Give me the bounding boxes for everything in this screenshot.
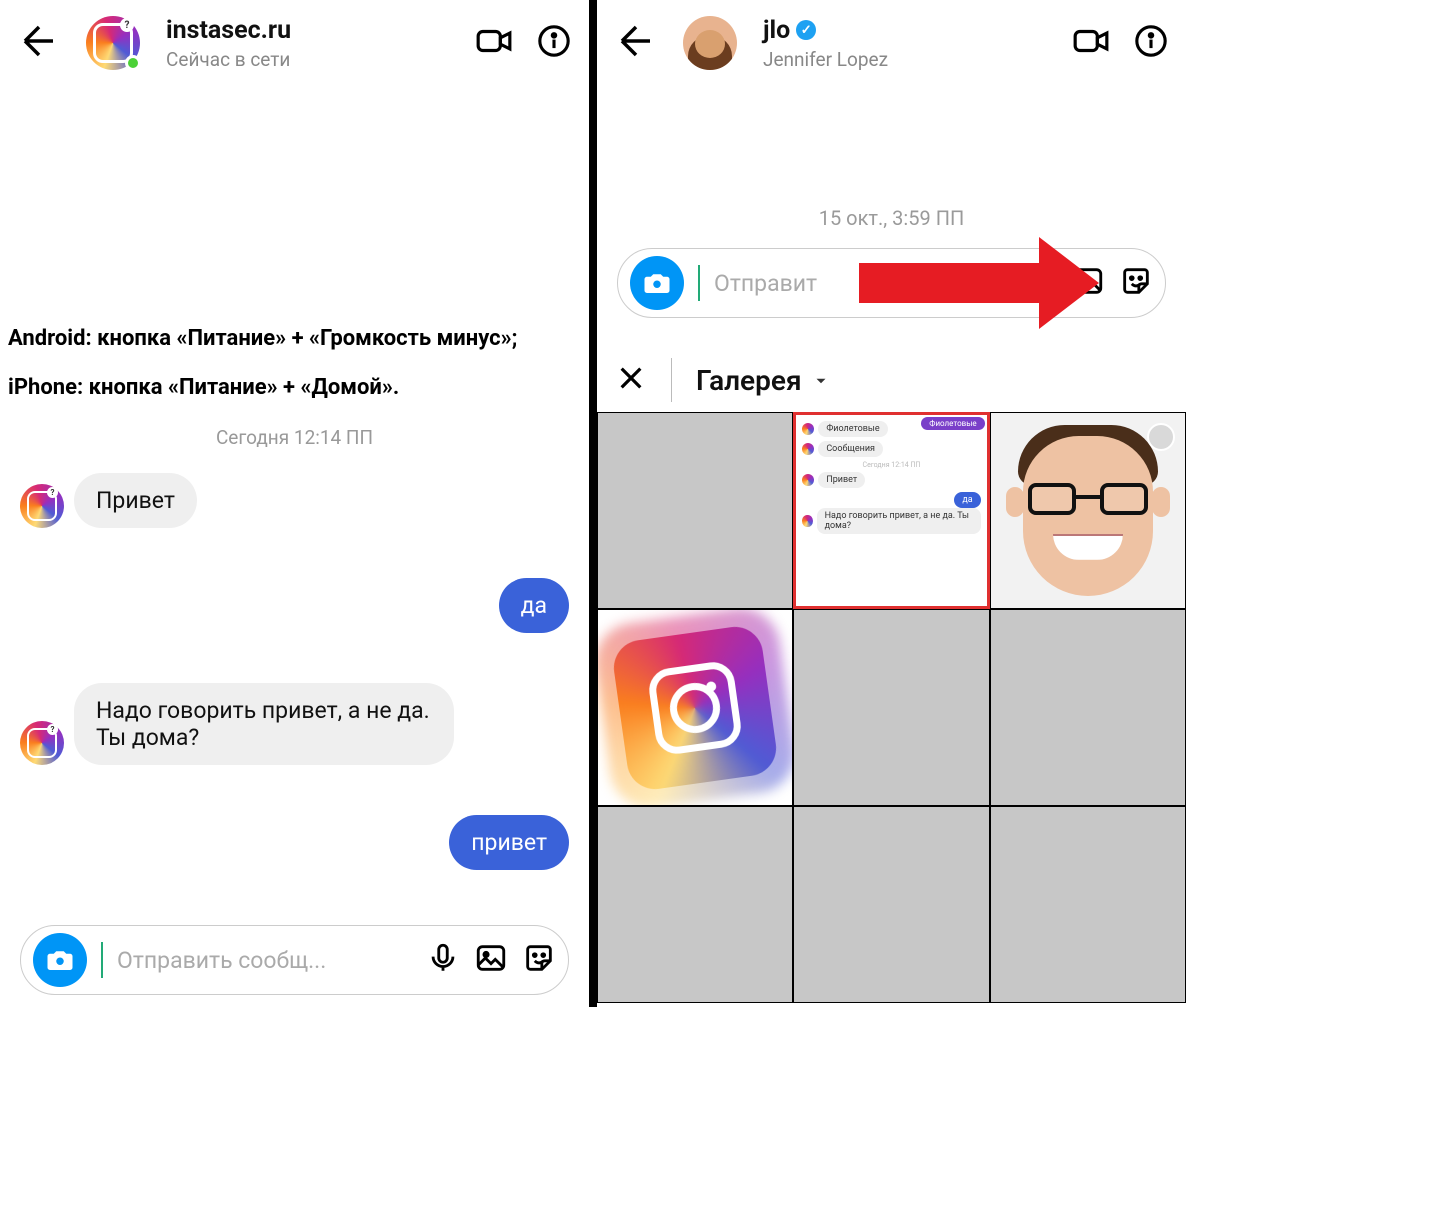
chat-status: Сейчас в сети bbox=[166, 48, 463, 71]
chat-timestamp: Сегодня 12:14 ПП bbox=[0, 426, 589, 449]
message-composer[interactable]: Отправить сообщ... bbox=[20, 925, 569, 995]
mini-msg: Привет bbox=[818, 472, 865, 488]
info-icon[interactable] bbox=[1134, 24, 1168, 62]
text-cursor bbox=[101, 942, 103, 978]
message-avatar: ? bbox=[20, 484, 64, 528]
gallery-grid: Фиолетовые Фиолетовые Сообщения Сегодня … bbox=[597, 412, 1186, 1003]
separator bbox=[671, 358, 672, 402]
mini-badge: Фиолетовые bbox=[921, 417, 984, 430]
gallery-tile[interactable] bbox=[793, 609, 989, 806]
chat-subtitle: Jennifer Lopez bbox=[763, 48, 1060, 71]
verified-badge-icon: ✓ bbox=[796, 20, 816, 40]
composer-placeholder[interactable]: Отправить сообщ... bbox=[117, 947, 412, 974]
mini-msg: да bbox=[954, 492, 980, 508]
mini-msg: Сообщения bbox=[818, 441, 883, 457]
message-bubble: Привет bbox=[74, 473, 197, 528]
message-out[interactable]: привет bbox=[0, 815, 589, 870]
microphone-icon[interactable] bbox=[426, 941, 460, 979]
instruction-text: Android: кнопка «Питание» + «Громкость м… bbox=[0, 326, 589, 400]
chat-avatar[interactable] bbox=[683, 16, 737, 70]
gallery-tile[interactable] bbox=[990, 609, 1186, 806]
info-icon[interactable] bbox=[537, 24, 571, 62]
gallery-tile[interactable] bbox=[990, 806, 1186, 1003]
camera-button[interactable] bbox=[33, 933, 87, 987]
gallery-source-dropdown[interactable]: Галерея bbox=[696, 364, 830, 397]
message-out[interactable]: да bbox=[0, 578, 589, 633]
gallery-tile[interactable] bbox=[793, 806, 989, 1003]
annotation-arrow bbox=[859, 248, 1099, 318]
chat-username[interactable]: instasec.ru bbox=[166, 16, 463, 45]
image-icon[interactable] bbox=[474, 941, 508, 979]
instruction-line-android: Android: кнопка «Питание» + «Громкость м… bbox=[8, 326, 581, 351]
selection-ring-icon[interactable] bbox=[1147, 423, 1175, 451]
mini-msg: Надо говорить привет, а не да. Ты дома? bbox=[817, 508, 981, 534]
sticker-icon[interactable] bbox=[522, 941, 556, 979]
message-avatar: ? bbox=[20, 721, 64, 765]
chevron-down-icon bbox=[812, 364, 830, 397]
chat-username[interactable]: jlo ✓ bbox=[763, 16, 1060, 45]
gallery-tile[interactable] bbox=[597, 412, 793, 609]
message-bubble: привет bbox=[449, 815, 569, 870]
chat-timestamp: 15 окт., 3:59 ПП bbox=[597, 206, 1186, 230]
left-chat-pane: ? instasec.ru Сейчас в сети bbox=[0, 0, 589, 1007]
dm-header: ? instasec.ru Сейчас в сети bbox=[0, 0, 589, 86]
mini-timestamp: Сегодня 12:14 ПП bbox=[802, 461, 980, 469]
online-status-dot bbox=[125, 55, 141, 71]
dm-header: jlo ✓ Jennifer Lopez bbox=[597, 0, 1186, 86]
gallery-tile[interactable] bbox=[597, 806, 793, 1003]
pane-divider bbox=[589, 0, 597, 1007]
back-arrow-icon[interactable] bbox=[615, 20, 657, 66]
gallery-tile[interactable] bbox=[597, 609, 793, 806]
message-bubble: Надо говорить привет, а не да. Ты дома? bbox=[74, 683, 454, 765]
close-icon[interactable] bbox=[615, 362, 647, 398]
text-cursor bbox=[698, 265, 700, 301]
message-in[interactable]: ? Привет bbox=[0, 473, 589, 528]
sticker-icon[interactable] bbox=[1119, 264, 1153, 302]
video-call-icon[interactable] bbox=[1072, 22, 1110, 64]
instruction-line-iphone: iPhone: кнопка «Питание» + «Домой». bbox=[8, 375, 581, 400]
username-text: jlo bbox=[763, 16, 790, 45]
back-arrow-icon[interactable] bbox=[18, 20, 60, 66]
gallery-tile[interactable] bbox=[990, 412, 1186, 609]
camera-button[interactable] bbox=[630, 256, 684, 310]
gallery-header: Галерея bbox=[597, 358, 1186, 402]
message-in[interactable]: ? Надо говорить привет, а не да. Ты дома… bbox=[0, 683, 589, 765]
video-call-icon[interactable] bbox=[475, 22, 513, 64]
message-bubble: да bbox=[499, 578, 569, 633]
gallery-tile-selected[interactable]: Фиолетовые Фиолетовые Сообщения Сегодня … bbox=[793, 412, 989, 609]
chat-avatar[interactable]: ? bbox=[86, 16, 140, 70]
right-chat-pane: jlo ✓ Jennifer Lopez 15 окт., 3 bbox=[597, 0, 1186, 1007]
gallery-title-text: Галерея bbox=[696, 364, 802, 397]
mini-msg: Фиолетовые bbox=[818, 421, 887, 437]
